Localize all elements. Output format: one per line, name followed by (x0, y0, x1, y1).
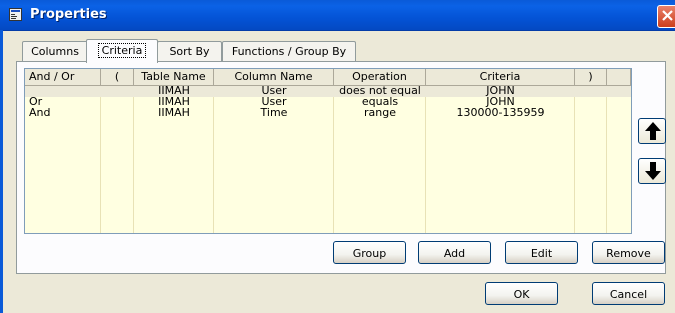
cancel-button[interactable]: Cancel (592, 282, 665, 305)
column-header-open-paren[interactable]: ( (101, 69, 134, 85)
column-header-close-paren[interactable]: ) (575, 69, 607, 85)
cell-and-or: And (29, 106, 51, 119)
close-icon (662, 10, 673, 21)
tab-functions-group-by-label: Functions / Group By (231, 45, 347, 58)
move-down-button[interactable] (638, 158, 666, 184)
column-header-column-name[interactable]: Column Name (214, 69, 334, 85)
arrow-up-icon (645, 122, 661, 140)
cell-criteria: 130000-135959 (456, 106, 545, 119)
window-frame-left (0, 30, 3, 313)
column-header-table-name[interactable]: Table Name (134, 69, 214, 85)
move-up-button[interactable] (638, 118, 666, 144)
table-row[interactable]: And IIMAH Time range 130000-135959 (25, 106, 631, 119)
add-button[interactable]: Add (418, 241, 491, 264)
cell-operation: range (364, 106, 396, 119)
cell-table-name: IIMAH (158, 106, 190, 119)
column-header-and-or[interactable]: And / Or (25, 69, 101, 85)
arrow-down-icon (645, 162, 661, 180)
close-button[interactable] (657, 5, 675, 28)
window-title: Properties (30, 7, 107, 22)
edit-button[interactable]: Edit (505, 241, 578, 264)
column-header-criteria[interactable]: Criteria (426, 69, 575, 85)
tab-sort-by-label: Sort By (169, 45, 210, 58)
remove-button[interactable]: Remove (592, 241, 665, 264)
column-header-operation[interactable]: Operation (334, 69, 426, 85)
group-button[interactable]: Group (333, 241, 406, 264)
tab-criteria-label: Criteria (97, 43, 147, 58)
tab-functions-group-by[interactable]: Functions / Group By (222, 41, 356, 61)
tab-columns[interactable]: Columns (22, 41, 88, 61)
ok-button[interactable]: OK (485, 282, 558, 305)
tab-criteria[interactable]: Criteria (86, 39, 158, 63)
cell-column-name: Time (260, 106, 288, 119)
list-header: And / Or ( Table Name Column Name Operat… (25, 69, 631, 86)
tab-sort-by[interactable]: Sort By (157, 41, 222, 61)
criteria-list[interactable]: And / Or ( Table Name Column Name Operat… (24, 68, 632, 234)
title-bar: Properties (0, 0, 675, 31)
column-header-filler (607, 69, 631, 85)
tab-columns-label: Columns (31, 45, 79, 58)
properties-window-icon (9, 8, 22, 21)
